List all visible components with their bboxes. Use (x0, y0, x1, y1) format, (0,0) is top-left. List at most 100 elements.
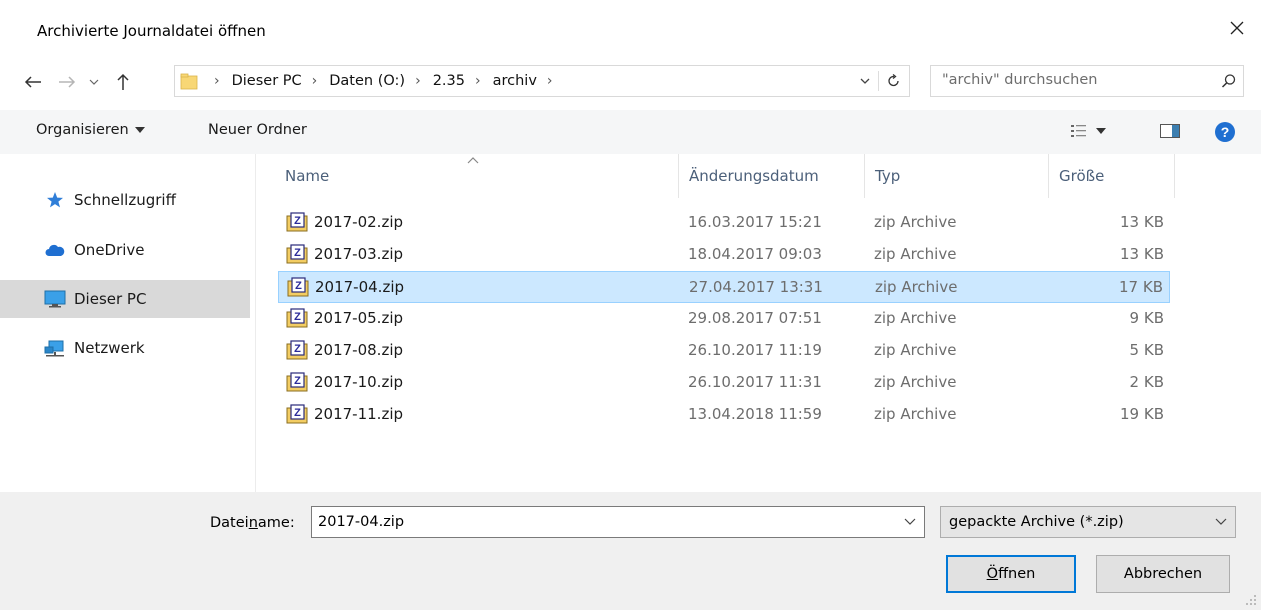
svg-text:Z: Z (295, 280, 302, 292)
table-row[interactable]: Z 2017-08.zip 26.10.2017 11:19 zip Archive 5… (278, 335, 1170, 367)
chevron-down-icon (860, 78, 870, 84)
arrow-left-icon (24, 76, 41, 88)
svg-text:Z: Z (294, 375, 301, 387)
resize-grip-icon[interactable] (1245, 594, 1257, 606)
file-date: 26.10.2017 11:31 (688, 373, 822, 391)
column-header-type[interactable]: Typ (865, 154, 1049, 198)
table-row[interactable]: Z 2017-03.zip 18.04.2017 09:03 zip Archive 1… (278, 239, 1170, 271)
file-list: Name Änderungsdatum Typ Größe Z 2017-02.z… (256, 154, 1261, 492)
file-name: 2017-10.zip (314, 373, 404, 391)
sidebar-item-label: OneDrive (74, 241, 145, 259)
folder-icon (180, 73, 198, 90)
refresh-icon (888, 74, 899, 87)
title-bar: Archivierte Journaldatei öffnen (0, 0, 1261, 62)
file-type: zip Archive (874, 405, 957, 423)
view-options-button[interactable] (1070, 124, 1106, 138)
address-bar[interactable]: › Dieser PC › Daten (O:) › 2.35 › archiv… (174, 65, 910, 97)
file-type: zip Archive (874, 245, 957, 263)
sidebar-item-quick-access[interactable]: Schnellzugriff (0, 181, 250, 219)
svg-text:Z: Z (294, 215, 301, 227)
column-header-name[interactable]: Name (275, 154, 679, 198)
monitor-icon (44, 290, 66, 308)
file-date: 13.04.2018 11:59 (688, 405, 822, 423)
breadcrumb-item-drive[interactable]: Daten (O:) (329, 73, 405, 89)
zip-archive-icon: Z (286, 308, 308, 328)
close-icon[interactable] (1225, 16, 1249, 40)
star-icon (44, 191, 66, 209)
file-type: zip Archive (875, 278, 958, 296)
preview-pane-icon (1160, 124, 1180, 138)
chevron-right-icon[interactable]: › (312, 73, 318, 89)
breadcrumb-item-version[interactable]: 2.35 (433, 73, 465, 89)
dialog-footer: Dateiname: 2017-04.zip gepackte Archive … (0, 492, 1261, 610)
file-size: 2 KB (1129, 373, 1164, 391)
chevron-down-icon (89, 79, 99, 85)
window-title: Archivierte Journaldatei öffnen (37, 22, 266, 40)
file-name: 2017-04.zip (315, 278, 405, 296)
sidebar-item-this-pc[interactable]: Dieser PC (0, 280, 250, 318)
open-button[interactable]: Öffnen (946, 555, 1076, 593)
zip-archive-icon: Z (286, 212, 308, 232)
chevron-right-icon[interactable]: › (547, 73, 553, 89)
up-button[interactable] (112, 70, 134, 94)
breadcrumb-item-this-pc[interactable]: Dieser PC (232, 73, 302, 89)
filename-label: Dateiname: (210, 515, 295, 531)
search-icon[interactable] (1221, 73, 1237, 93)
file-type: zip Archive (874, 341, 957, 359)
organize-button[interactable]: Organisieren (36, 122, 145, 138)
navigation-pane: Schnellzugriff OneDrive Dieser PC Netzwe… (0, 154, 256, 492)
column-header-size[interactable]: Größe (1049, 154, 1175, 198)
zip-archive-icon: Z (286, 244, 308, 264)
preview-pane-button[interactable] (1160, 124, 1180, 138)
table-row[interactable]: Z 2017-11.zip 13.04.2018 11:59 zip Archive 1… (278, 399, 1170, 431)
file-date: 16.03.2017 15:21 (688, 213, 822, 231)
address-dropdown-button[interactable] (852, 77, 878, 85)
file-size: 19 KB (1120, 405, 1164, 423)
forward-button[interactable] (56, 70, 78, 94)
search-box[interactable]: "archiv" durchsuchen (930, 65, 1244, 97)
sidebar-item-label: Dieser PC (74, 290, 147, 308)
chevron-down-icon (1215, 515, 1227, 531)
table-row[interactable]: Z 2017-05.zip 29.08.2017 07:51 zip Archive 9… (278, 303, 1170, 335)
file-name: 2017-03.zip (314, 245, 404, 263)
svg-text:Z: Z (294, 311, 301, 323)
chevron-right-icon[interactable]: › (475, 73, 481, 89)
search-input[interactable]: "archiv" durchsuchen (942, 72, 1097, 88)
filetype-value: gepackte Archive (*.zip) (949, 514, 1124, 530)
file-date: 26.10.2017 11:19 (688, 341, 822, 359)
column-header-date[interactable]: Änderungsdatum (679, 154, 865, 198)
filetype-select[interactable]: gepackte Archive (*.zip) (940, 506, 1236, 538)
new-folder-button[interactable]: Neuer Ordner (208, 122, 307, 138)
recent-locations-button[interactable] (86, 70, 102, 94)
back-button[interactable] (22, 70, 44, 94)
sidebar-item-network[interactable]: Netzwerk (0, 329, 250, 367)
help-icon: ? (1215, 122, 1235, 142)
file-date: 18.04.2017 09:03 (688, 245, 822, 263)
cloud-icon (44, 241, 66, 259)
file-date: 27.04.2017 13:31 (689, 278, 823, 296)
table-row[interactable]: Z 2017-10.zip 26.10.2017 11:31 zip Archive 2… (278, 367, 1170, 399)
filename-input[interactable]: 2017-04.zip (318, 514, 404, 530)
cancel-button[interactable]: Abbrechen (1096, 555, 1230, 593)
zip-archive-icon: Z (287, 277, 309, 297)
refresh-button[interactable] (879, 74, 909, 88)
chevron-down-icon[interactable] (904, 515, 916, 531)
caret-down-icon (1096, 128, 1106, 134)
sidebar-item-onedrive[interactable]: OneDrive (0, 231, 250, 269)
zip-archive-icon: Z (286, 404, 308, 424)
table-row[interactable]: Z 2017-02.zip 16.03.2017 15:21 zip Archive 1… (278, 207, 1170, 239)
breadcrumb-item-archive[interactable]: archiv (493, 73, 537, 89)
file-type: zip Archive (874, 213, 957, 231)
chevron-right-icon[interactable]: › (415, 73, 421, 89)
chevron-right-icon: › (214, 73, 220, 89)
file-size: 9 KB (1129, 309, 1164, 327)
breadcrumb: › Dieser PC › Daten (O:) › 2.35 › archiv… (204, 73, 565, 89)
file-name: 2017-05.zip (314, 309, 404, 327)
zip-archive-icon: Z (286, 340, 308, 360)
help-button[interactable]: ? (1214, 121, 1236, 143)
filename-field[interactable]: 2017-04.zip (311, 506, 925, 538)
sidebar-item-label: Netzwerk (74, 339, 145, 357)
table-row[interactable]: Z 2017-04.zip 27.04.2017 13:31 zip Archive 1… (278, 271, 1170, 303)
file-name: 2017-08.zip (314, 341, 404, 359)
file-type: zip Archive (874, 309, 957, 327)
